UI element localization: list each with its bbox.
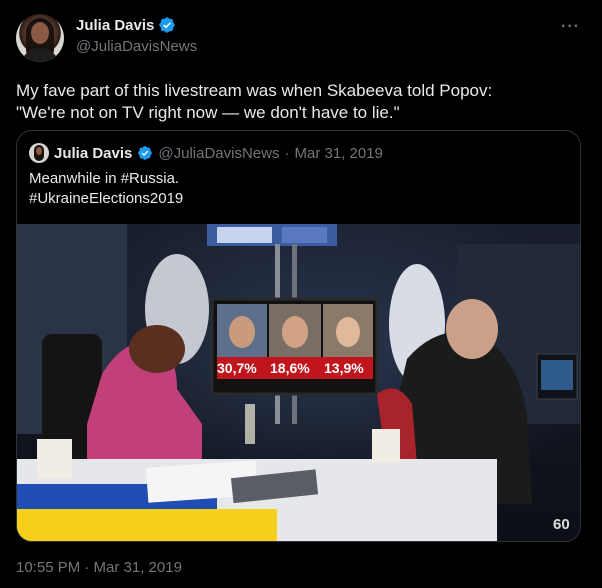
- right-monitor-screen: [541, 360, 573, 390]
- tv-result-3: 13,9%: [324, 360, 364, 376]
- top-monitor-inner: [282, 227, 327, 243]
- woman-host-hair: [129, 325, 185, 373]
- tweet-text-line: My fave part of this livestream was when…: [16, 81, 493, 100]
- candidate-face: [282, 316, 308, 348]
- tweet-text-line: "We're not on TV right now — we don't ha…: [16, 103, 400, 122]
- coffee-cup: [372, 429, 400, 463]
- tweet: Julia Davis @JuliaDavisNews ··· My fave …: [0, 0, 602, 588]
- quoted-separator: ·: [284, 144, 290, 162]
- more-options-icon[interactable]: ···: [561, 18, 580, 36]
- quoted-tweet-header: Julia Davis @JuliaDavisNews · Mar 31, 20…: [29, 143, 383, 163]
- quoted-text-line: #UkraineElections2019: [29, 190, 184, 207]
- author-name-row: Julia Davis: [76, 16, 176, 34]
- quoted-media-photo[interactable]: 30,7% 18,6% 13,9% 60: [17, 224, 580, 541]
- ukraine-flag-yellow: [17, 509, 277, 541]
- quoted-author-avatar: [29, 143, 49, 163]
- candidate-face: [229, 316, 255, 348]
- verified-badge-icon: [138, 146, 153, 160]
- tweet-text: My fave part of this livestream was when…: [16, 80, 586, 124]
- quoted-date: Mar 31, 2019: [294, 144, 383, 162]
- man-host-head: [446, 299, 498, 359]
- author-handle[interactable]: @JuliaDavisNews: [76, 38, 197, 55]
- top-monitor-inner: [217, 227, 272, 243]
- profile-avatar[interactable]: [16, 14, 64, 62]
- quoted-author-handle: @JuliaDavisNews: [158, 144, 280, 162]
- coffee-cup: [37, 439, 72, 479]
- verified-badge-icon: [159, 17, 176, 33]
- quoted-tweet-text: Meanwhile in #Russia. #UkraineElections2…: [29, 169, 183, 209]
- quoted-text-line: Meanwhile in #Russia.: [29, 170, 180, 187]
- channel-logo: 60: [553, 516, 570, 533]
- tv-result-2: 18,6%: [270, 360, 310, 376]
- author-display-name[interactable]: Julia Davis: [76, 17, 154, 34]
- candidate-face: [336, 317, 360, 347]
- tweet-timestamp[interactable]: 10:55 PM · Mar 31, 2019: [16, 559, 182, 576]
- quoted-author-display-name: Julia Davis: [54, 144, 133, 162]
- avatar-face: [31, 22, 49, 44]
- quoted-tweet[interactable]: Julia Davis @JuliaDavisNews · Mar 31, 20…: [16, 130, 581, 542]
- tv-result-1: 30,7%: [217, 360, 257, 376]
- champagne-glass: [245, 404, 255, 444]
